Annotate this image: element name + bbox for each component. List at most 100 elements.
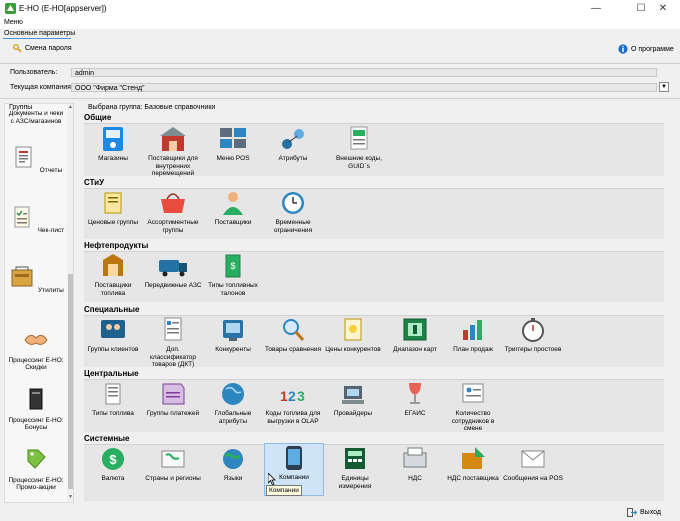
tile-assortment-groups[interactable]: Ассортиментные группы — [143, 189, 203, 234]
tile-label: Типы топлива — [92, 410, 134, 417]
tile-label: Меню POS — [216, 155, 250, 162]
company-dropdown-button[interactable]: ▼ — [659, 82, 669, 92]
tile-label: Цены конкурентов — [325, 346, 381, 353]
tile-label: Коды топлива для выгрузки в OLAP — [265, 410, 321, 425]
tile-mobile-station[interactable]: Передвижные АЗС — [143, 252, 203, 290]
tile-competitors[interactable]: Конкуренты — [203, 316, 263, 354]
tile-units[interactable]: Единицы измерения — [325, 445, 385, 490]
fuel-suppliers-icon — [103, 254, 123, 276]
title-bar: E-HO (E-HO[appserver]) — ☐ ✕ — [0, 0, 680, 18]
fuel-types-icon — [105, 383, 121, 405]
tile-label: Компании — [279, 474, 309, 481]
competitors-icon — [223, 320, 243, 341]
tile-vat[interactable]: НДС — [385, 445, 445, 483]
group-item-reports[interactable]: Отчеты — [7, 144, 65, 175]
tab-main-parameters[interactable]: Основные параметры — [4, 30, 75, 37]
tile-label: Диапазон карт — [393, 346, 437, 353]
minimize-button[interactable]: — — [579, 0, 613, 18]
tile-client-groups[interactable]: Группы клиентов — [83, 316, 143, 354]
tile-fuel-types[interactable]: Типы топлива — [83, 380, 143, 418]
tile-label: Товары сравнения — [264, 346, 322, 353]
section-title-stiu: СТиУ — [84, 178, 105, 187]
tile-label: Глобальные атрибуты — [214, 410, 252, 425]
scroll-down-icon[interactable]: ▼ — [67, 494, 73, 500]
pos-menu-icon — [220, 128, 246, 148]
group-item-promo[interactable]: Процессинг E-HO: Промо-акции — [7, 446, 65, 492]
tile-fuel-coupons[interactable]: $ Типы топливных талонов — [203, 252, 263, 297]
company-field[interactable]: ООО "Фирма "Стенд" — [71, 83, 657, 92]
change-password-button[interactable]: Смена пароля — [13, 44, 72, 53]
group-item-bonuses[interactable]: Процессинг E-HO: Бонусы — [7, 386, 65, 432]
change-password-label: Смена пароля — [25, 45, 72, 52]
tile-payment-groups[interactable]: Группы платежей — [143, 380, 203, 418]
egais-icon — [409, 383, 421, 404]
group-item-discounts[interactable]: Процессинг E-HO: Скидки — [7, 326, 65, 372]
svg-text:$: $ — [109, 452, 117, 467]
tile-label: Страны и регионы — [145, 475, 201, 482]
tile-card-range[interactable]: Диапазон карт — [385, 316, 445, 354]
toolbar: Смена пароля О программе — [0, 40, 680, 62]
tile-pos-messages[interactable]: Сообщения на POS — [503, 445, 563, 483]
tile-countries[interactable]: Страны и регионы — [143, 445, 203, 483]
tile-label: Поставщики топлива — [94, 282, 132, 297]
tile-suppliers[interactable]: Поставщики — [203, 189, 263, 227]
group-item-checklist[interactable]: Чек-лист — [7, 204, 65, 235]
tile-label: Конкуренты — [215, 346, 251, 353]
group-item-label: Процессинг E-HO: Промо-акции — [8, 476, 64, 492]
menu-item[interactable]: Меню — [4, 19, 23, 26]
tile-currency[interactable]: $ Валюта — [83, 445, 143, 483]
tile-external-codes[interactable]: Внешние коды, GUID`s — [329, 125, 389, 170]
currency-icon: $ — [102, 448, 124, 470]
user-label: Пользователь: — [10, 69, 58, 76]
group-item-utilities[interactable]: Утилиты — [7, 264, 65, 295]
tile-egais[interactable]: ЕГАИС — [385, 380, 445, 418]
tile-label: Языки — [223, 475, 243, 482]
tile-pos-menu[interactable]: Меню POS — [203, 125, 263, 163]
divider — [0, 98, 680, 99]
tile-competitor-prices[interactable]: Цены конкурентов — [323, 316, 383, 354]
groups-label: Группы — [9, 104, 33, 111]
group-item-label: Процессинг E-HO: Скидки — [8, 356, 64, 372]
vat-icon — [403, 447, 427, 468]
group-item-documents[interactable]: Документы и чеки с АЗС/магазинов — [7, 110, 65, 125]
tile-label: Доп. классификатор товаров (ДКТ) — [149, 346, 197, 368]
menu-bar: Меню — [0, 18, 680, 29]
assortment-groups-icon — [161, 193, 185, 213]
tile-attributes[interactable]: Атрибуты — [263, 125, 323, 163]
exit-button[interactable]: Выход — [627, 508, 661, 517]
tile-languages[interactable]: Языки — [203, 445, 263, 483]
tile-fuel-codes[interactable]: 1 2 3 Коды топлива для выгрузки в OLAP — [263, 380, 323, 425]
tile-comparison-goods[interactable]: Товары сравнения — [263, 316, 323, 354]
tile-classifier[interactable]: Доп. классификатор товаров (ДКТ) — [143, 316, 203, 369]
tile-label: Ценовые группы — [87, 219, 139, 226]
suppliers-icon — [223, 192, 243, 215]
selected-group-title: Выбрана группа: Базовые справочники — [88, 104, 216, 111]
tile-label: Поставщики для внутренних перемещений — [148, 155, 198, 177]
scrollbar-thumb[interactable] — [68, 274, 73, 489]
groups-scrollbar[interactable]: ▲ ▼ — [67, 104, 73, 502]
scroll-up-icon[interactable]: ▲ — [67, 104, 73, 110]
tile-label: План продаж — [453, 346, 493, 353]
tile-global-attributes[interactable]: Глобальные атрибуты — [203, 380, 263, 425]
close-button[interactable]: ✕ — [646, 0, 680, 18]
tile-sales-plan[interactable]: План продаж — [443, 316, 503, 354]
svg-text:3: 3 — [297, 388, 305, 404]
tile-shops[interactable]: Магазины — [83, 125, 143, 163]
payment-groups-icon — [162, 383, 185, 405]
exit-label: Выход — [640, 509, 661, 516]
tile-time-limits[interactable]: Временные ограничения — [263, 189, 323, 234]
tile-label: Группы платежей — [146, 410, 200, 417]
tile-downtime-triggers[interactable]: Триггеры простоев — [503, 316, 563, 354]
tile-price-groups[interactable]: Ценовые группы — [83, 189, 143, 227]
about-button[interactable]: О программе — [618, 44, 674, 54]
tile-fuel-suppliers[interactable]: Поставщики топлива — [83, 252, 143, 297]
mouse-cursor-icon — [268, 473, 276, 485]
group-item-label: Утилиты — [38, 287, 64, 294]
tile-label: Сообщения на POS — [503, 475, 563, 482]
user-field: admin — [71, 68, 657, 77]
tile-staff-count[interactable]: Количество сотрудников в смене — [443, 380, 503, 433]
tile-internal-suppliers[interactable]: Поставщики для внутренних перемещений — [143, 125, 203, 178]
tile-providers[interactable]: Провайдеры — [323, 380, 383, 418]
tile-supplier-vat[interactable]: НДС поставщика — [443, 445, 503, 483]
tile-label: ЕГАИС — [404, 410, 426, 417]
